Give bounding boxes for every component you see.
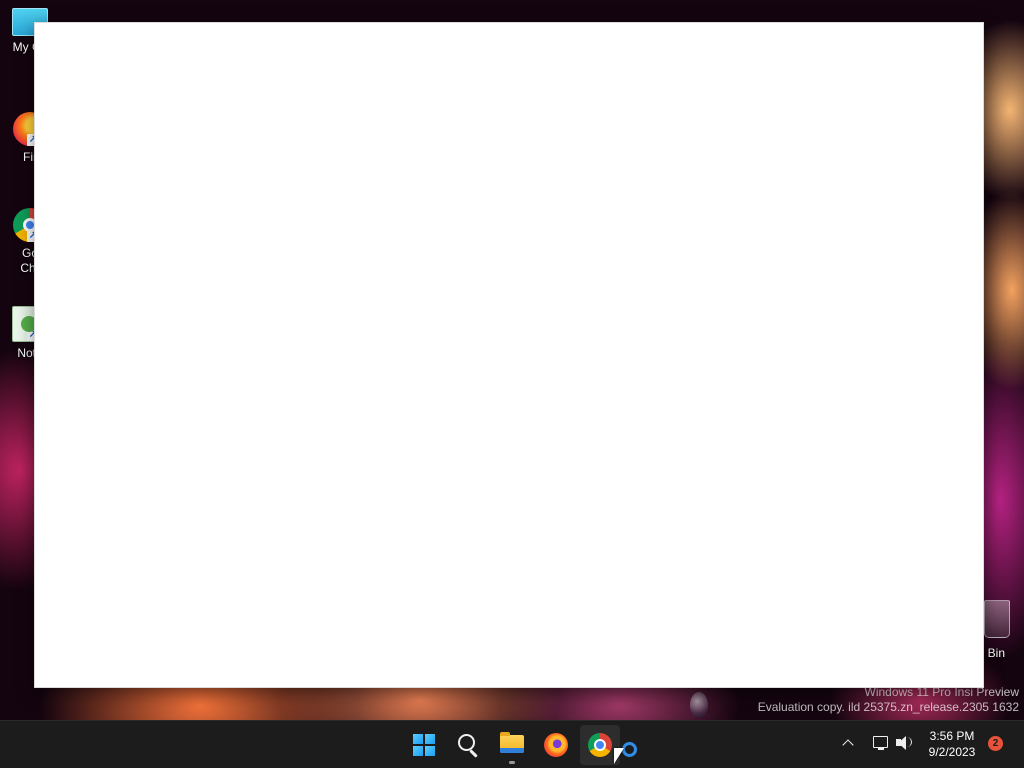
taskbar-firefox[interactable] — [536, 725, 576, 765]
clock-time: 3:56 PM — [929, 729, 975, 743]
start-button[interactable] — [404, 725, 444, 765]
search-button[interactable] — [448, 725, 488, 765]
chevron-up-icon[interactable] — [840, 732, 856, 754]
windows-start-icon — [413, 734, 435, 756]
recycle-bin-icon — [984, 600, 1010, 638]
notification-badge[interactable]: 2 — [988, 736, 1003, 751]
search-icon — [458, 734, 475, 751]
taskbar-file-explorer[interactable] — [492, 725, 532, 765]
mouse-cursor — [614, 748, 624, 764]
loading-circle-icon — [622, 742, 637, 757]
windows-watermark: Windows 11 Pro Insi Preview Evaluation c… — [758, 685, 1019, 715]
wallpaper-droplet — [690, 692, 708, 718]
chrome-icon — [588, 733, 612, 757]
blank-app-window[interactable] — [34, 22, 984, 688]
volume-icon[interactable] — [894, 732, 914, 754]
clock-date: 9/2/2023 — [928, 745, 976, 759]
taskbar-clock[interactable]: 3:56 PM 9/2/2023 — [920, 728, 984, 760]
running-indicator — [509, 761, 515, 764]
network-icon[interactable] — [872, 732, 890, 754]
firefox-icon — [544, 733, 568, 757]
watermark-line-2: Evaluation copy. ild 25375.zn_release.23… — [757, 700, 1019, 714]
folder-icon — [500, 732, 524, 753]
taskbar — [0, 720, 1024, 768]
